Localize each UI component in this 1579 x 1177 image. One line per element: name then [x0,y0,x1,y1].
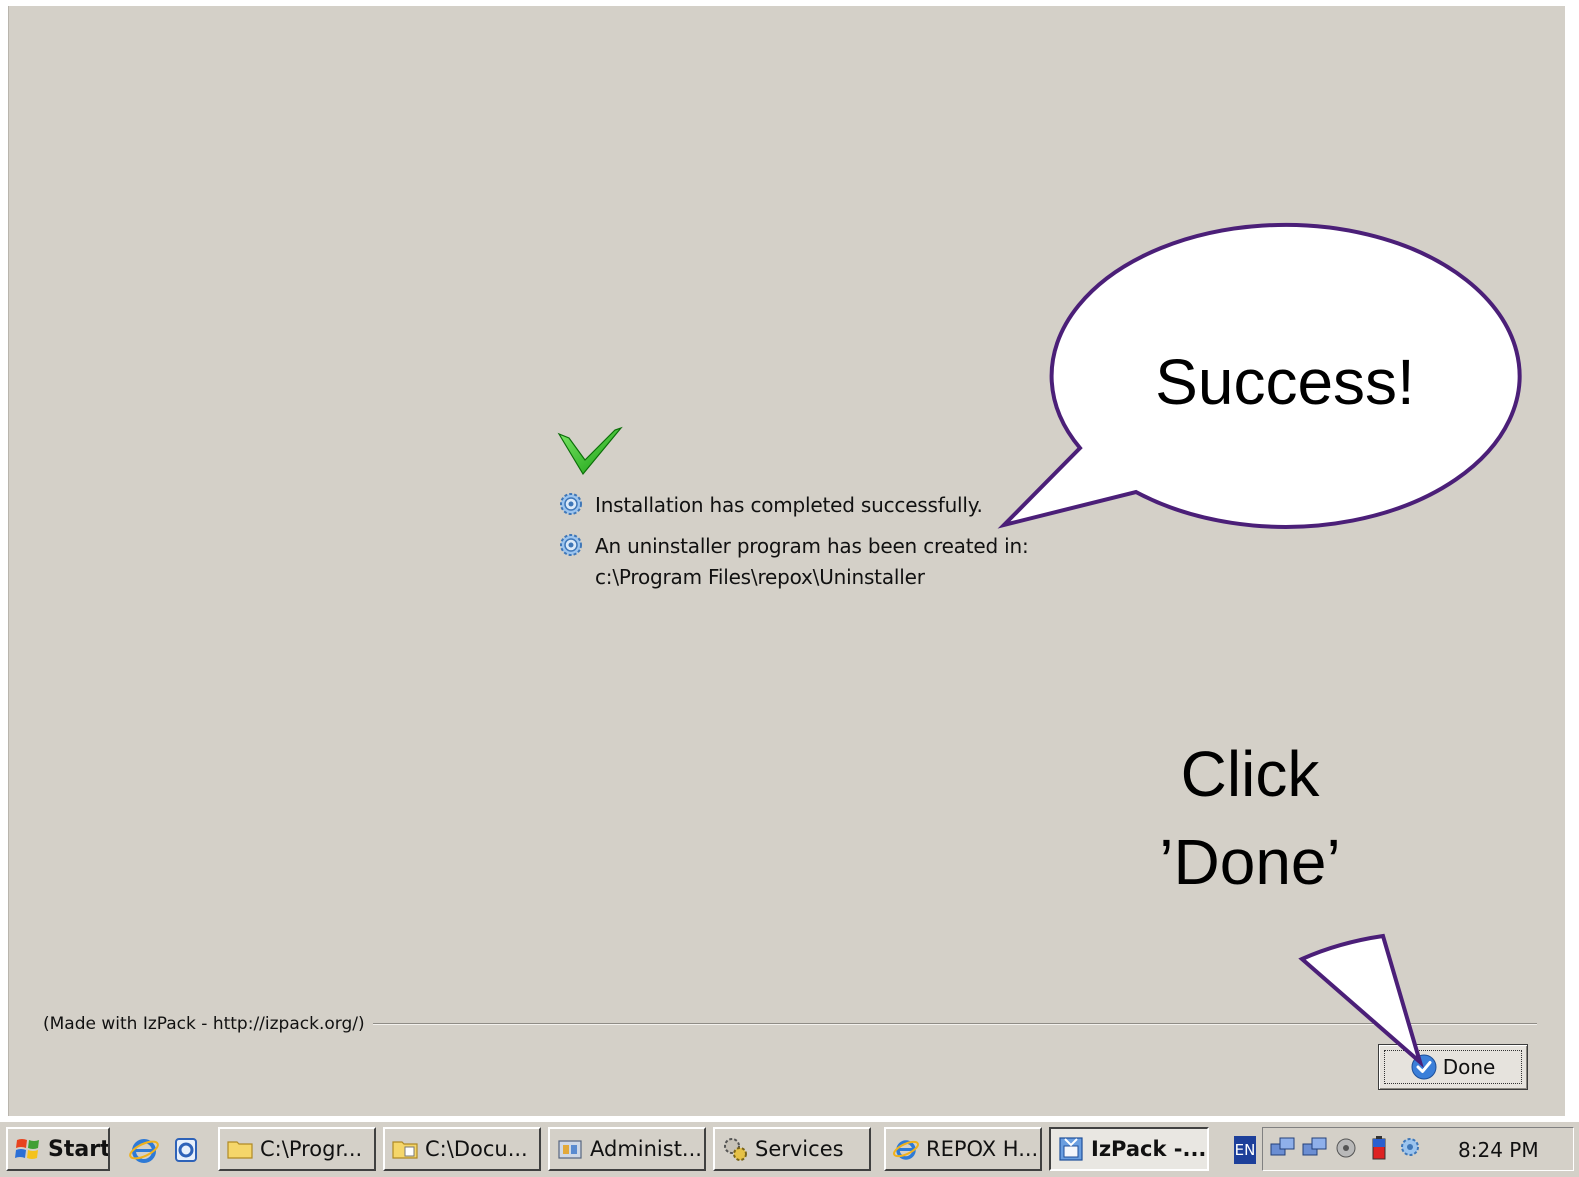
window-label: REPOX H... [926,1137,1039,1161]
clock[interactable]: 8:24 PM [1458,1138,1539,1162]
taskbar-window-button[interactable]: C:\Docu... [383,1127,541,1171]
success-callout-text: Success! [1155,346,1415,418]
internet-explorer-icon [893,1140,919,1160]
message-row: Installation has completed successfully. [557,490,983,521]
izpack-icon [1059,1137,1083,1161]
taskbar-window-button[interactable]: REPOX H... [884,1127,1042,1171]
separator [372,1023,1537,1025]
taskbar: Start C:\Progr... C:\Docu... Administ... [0,1120,1579,1177]
credit-row: (Made with IzPack - http://izpack.org/) [43,1009,1537,1039]
callout-line: Click [1180,738,1320,810]
click-done-callout-text: Click ’Done’ [1040,730,1460,906]
speaker-icon[interactable] [1333,1134,1361,1162]
network-icon[interactable] [1269,1134,1297,1162]
folder-icon [392,1141,418,1159]
window-label: Services [755,1137,844,1161]
start-label: Start [48,1136,110,1162]
message-row: An uninstaller program has been created … [557,531,1029,593]
window-label: C:\Docu... [425,1137,528,1161]
gear-icon [560,534,582,556]
start-button[interactable]: Start [6,1127,110,1171]
done-button-label: Done [1442,1055,1496,1079]
show-desktop-icon[interactable] [170,1134,202,1166]
folder-icon [227,1141,253,1159]
window-label: IzPack -... [1091,1137,1207,1161]
window-label: Administ... [590,1137,702,1161]
uninstaller-message: An uninstaller program has been created … [595,534,1029,558]
izpack-credit: (Made with IzPack - http://izpack.org/) [43,1014,365,1034]
taskbar-window-button[interactable]: Administ... [548,1127,706,1171]
network-icon[interactable] [1301,1134,1329,1162]
language-indicator[interactable]: EN [1234,1136,1256,1164]
check-circle-icon [1411,1054,1437,1080]
install-complete-message: Installation has completed successfully. [595,493,983,517]
windows-logo-icon [15,1139,39,1159]
uninstaller-path: c:\Program Files\repox\Uninstaller [595,565,925,589]
taskbar-window-button-active[interactable]: IzPack -... [1049,1127,1209,1171]
system-tray: 8:24 PM [1262,1127,1574,1171]
admin-tools-icon [558,1140,582,1159]
battery-icon[interactable] [1365,1134,1393,1162]
settings-gear-icon[interactable] [1397,1134,1425,1162]
services-gear-icon [724,1138,747,1161]
taskbar-window-button[interactable]: C:\Progr... [218,1127,376,1171]
taskbar-window-button[interactable]: Services [713,1127,871,1171]
callout-line: ’Done’ [1159,826,1341,898]
window-label: C:\Progr... [260,1137,363,1161]
success-checkmark-icon [557,426,623,476]
installer-panel: Installation has completed successfully.… [8,6,1565,1116]
gear-icon [560,493,582,515]
done-button[interactable]: Done [1378,1044,1528,1090]
internet-explorer-icon[interactable] [128,1134,160,1166]
